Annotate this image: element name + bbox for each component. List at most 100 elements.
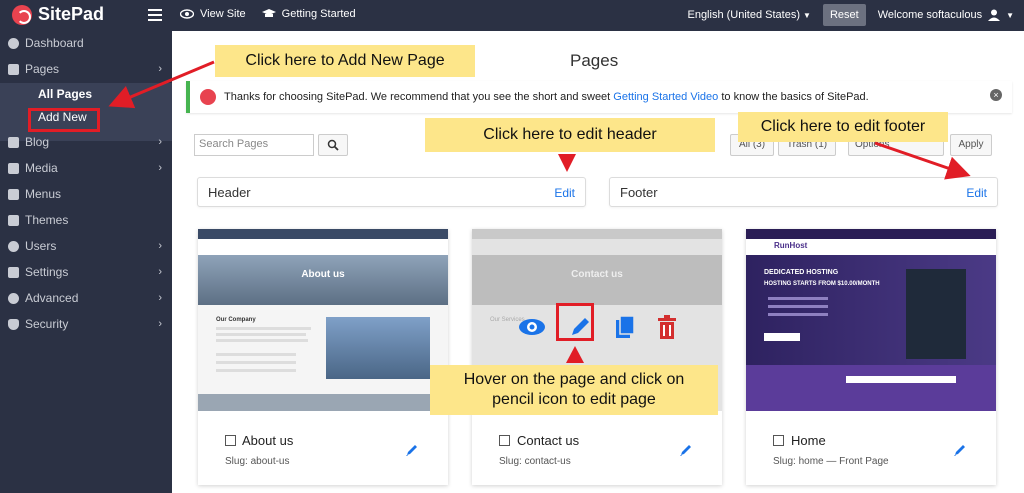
chevron-right-icon: › xyxy=(158,292,162,304)
gear-icon xyxy=(8,292,19,304)
copy-icon[interactable] xyxy=(614,314,636,340)
page-checkbox[interactable] xyxy=(773,435,784,446)
edit-header-link[interactable]: Edit xyxy=(554,186,575,200)
view-site-label: View Site xyxy=(200,8,246,20)
page-thumbnail: About us Our Company xyxy=(198,229,448,411)
sidebar: Dashboard Pages › All Pages Add New Blog ›… xyxy=(0,31,172,493)
getting-started-video-link[interactable]: Getting Started Video xyxy=(613,91,718,103)
page-title: Pages xyxy=(570,51,619,70)
sitepad-logo-icon xyxy=(200,89,216,105)
welcome-notice: Thanks for choosing SitePad. We recommen… xyxy=(186,81,1012,113)
page-thumbnail: RunHost DEDICATED HOSTING HOSTING STARTS… xyxy=(746,229,996,411)
close-icon[interactable]: × xyxy=(990,89,1002,101)
search-button[interactable] xyxy=(318,134,348,156)
page-title-home: Home xyxy=(791,433,826,448)
header-label: Header xyxy=(208,185,251,200)
sidebar-item-dashboard[interactable]: Dashboard xyxy=(0,31,172,55)
pin-icon xyxy=(8,136,19,148)
add-new-highlight xyxy=(28,108,100,132)
search-icon xyxy=(327,139,339,151)
pencil-icon[interactable] xyxy=(952,442,968,458)
menu-toggle-icon[interactable] xyxy=(148,9,162,24)
media-icon xyxy=(8,162,19,174)
thumb-hero-text: About us xyxy=(301,269,345,280)
chevron-right-icon: › xyxy=(158,162,162,174)
page-slug: Slug: about-us xyxy=(225,456,290,467)
sidebar-item-blog[interactable]: Blog › xyxy=(0,130,172,154)
chevron-right-icon: › xyxy=(158,63,162,75)
sidebar-item-label: Themes xyxy=(25,213,69,227)
eye-icon[interactable] xyxy=(518,317,546,337)
sidebar-item-pages[interactable]: Pages › xyxy=(0,57,172,81)
page-checkbox[interactable] xyxy=(225,435,236,446)
footer-label: Footer xyxy=(620,185,658,200)
top-bar: SitePad View Site Getting Started Englis… xyxy=(0,0,1024,31)
brand[interactable]: SitePad xyxy=(12,4,104,25)
chevron-right-icon: › xyxy=(158,240,162,252)
notice-text: Thanks for choosing SitePad. We recommen… xyxy=(224,91,869,103)
graduation-cap-icon xyxy=(261,9,276,17)
language-select[interactable]: English (United States) ▼ xyxy=(687,9,810,21)
callout-edit-header: Click here to edit header xyxy=(425,118,715,152)
brand-name: SitePad xyxy=(38,4,105,24)
footer-card: Footer Edit xyxy=(609,177,998,207)
user-icon xyxy=(988,9,1001,21)
sidebar-item-security[interactable]: Security › xyxy=(0,312,172,336)
apply-button[interactable]: Apply xyxy=(950,134,992,156)
thumb-hero-text: DEDICATED HOSTING xyxy=(764,269,839,276)
pages-icon xyxy=(8,63,19,75)
sidebar-item-label: Menus xyxy=(25,187,62,201)
user-menu[interactable]: Welcome softaculous ▼ xyxy=(878,9,1014,21)
hover-actions xyxy=(518,311,678,343)
sidebar-item-label: Security xyxy=(25,317,69,331)
sidebar-item-label: Users xyxy=(25,239,57,253)
sitepad-logo-icon xyxy=(12,4,32,25)
header-card: Header Edit xyxy=(197,177,586,207)
brush-icon xyxy=(8,214,19,226)
sidebar-item-label: Advanced xyxy=(25,291,79,305)
edit-footer-link[interactable]: Edit xyxy=(966,186,987,200)
view-site-link[interactable]: View Site xyxy=(180,8,246,20)
sidebar-sub-all-pages[interactable]: All Pages xyxy=(38,87,92,101)
main-content: Pages Thanks for choosing SitePad. We re… xyxy=(172,31,1024,493)
page-slug: Slug: home — Front Page xyxy=(773,456,889,467)
caret-down-icon: ▼ xyxy=(1006,10,1014,20)
sidebar-item-label: Settings xyxy=(25,265,69,279)
thumb-hero-text: Contact us xyxy=(571,269,623,280)
caret-down-icon: ▼ xyxy=(803,11,811,20)
sidebar-item-label: Blog xyxy=(25,135,50,149)
sidebar-item-media[interactable]: Media › xyxy=(0,156,172,180)
thumb-hero-sub: HOSTING STARTS FROM $10.00/MONTH xyxy=(764,281,880,287)
callout-hover-edit: Hover on the page and click on pencil ic… xyxy=(430,365,718,415)
shield-icon xyxy=(8,318,19,330)
sidebar-item-menus[interactable]: Menus xyxy=(0,182,172,206)
page-checkbox[interactable] xyxy=(499,435,510,446)
pencil-highlight xyxy=(556,303,594,341)
page-title-about-us: About us xyxy=(242,433,294,448)
reset-button[interactable]: Reset xyxy=(822,4,866,26)
getting-started-link[interactable]: Getting Started xyxy=(261,8,356,20)
chevron-right-icon: › xyxy=(158,266,162,278)
settings-icon xyxy=(8,266,19,278)
thumb-brand: RunHost xyxy=(774,241,808,250)
eye-icon xyxy=(180,9,194,19)
language-label: English (United States) xyxy=(687,9,800,21)
user-icon xyxy=(8,240,19,252)
sidebar-item-settings[interactable]: Settings › xyxy=(0,260,172,284)
menu-icon xyxy=(8,188,19,200)
notice-text-after: to know the basics of SitePad. xyxy=(721,91,869,103)
search-input[interactable]: Search Pages xyxy=(194,134,314,156)
pencil-icon[interactable] xyxy=(678,442,694,458)
sidebar-item-label: Dashboard xyxy=(25,36,84,50)
pencil-icon[interactable] xyxy=(404,442,420,458)
page-slug: Slug: contact-us xyxy=(499,456,571,467)
callout-edit-footer: Click here to edit footer xyxy=(738,112,948,142)
sidebar-item-themes[interactable]: Themes xyxy=(0,208,172,232)
sidebar-item-advanced[interactable]: Advanced › xyxy=(0,286,172,310)
trash-icon[interactable] xyxy=(656,314,678,340)
sidebar-item-users[interactable]: Users › xyxy=(0,234,172,258)
welcome-text: Welcome softaculous xyxy=(877,9,983,21)
sidebar-item-label: Media xyxy=(25,161,58,175)
page-title-contact-us: Contact us xyxy=(517,433,580,448)
getting-started-label: Getting Started xyxy=(281,8,356,20)
